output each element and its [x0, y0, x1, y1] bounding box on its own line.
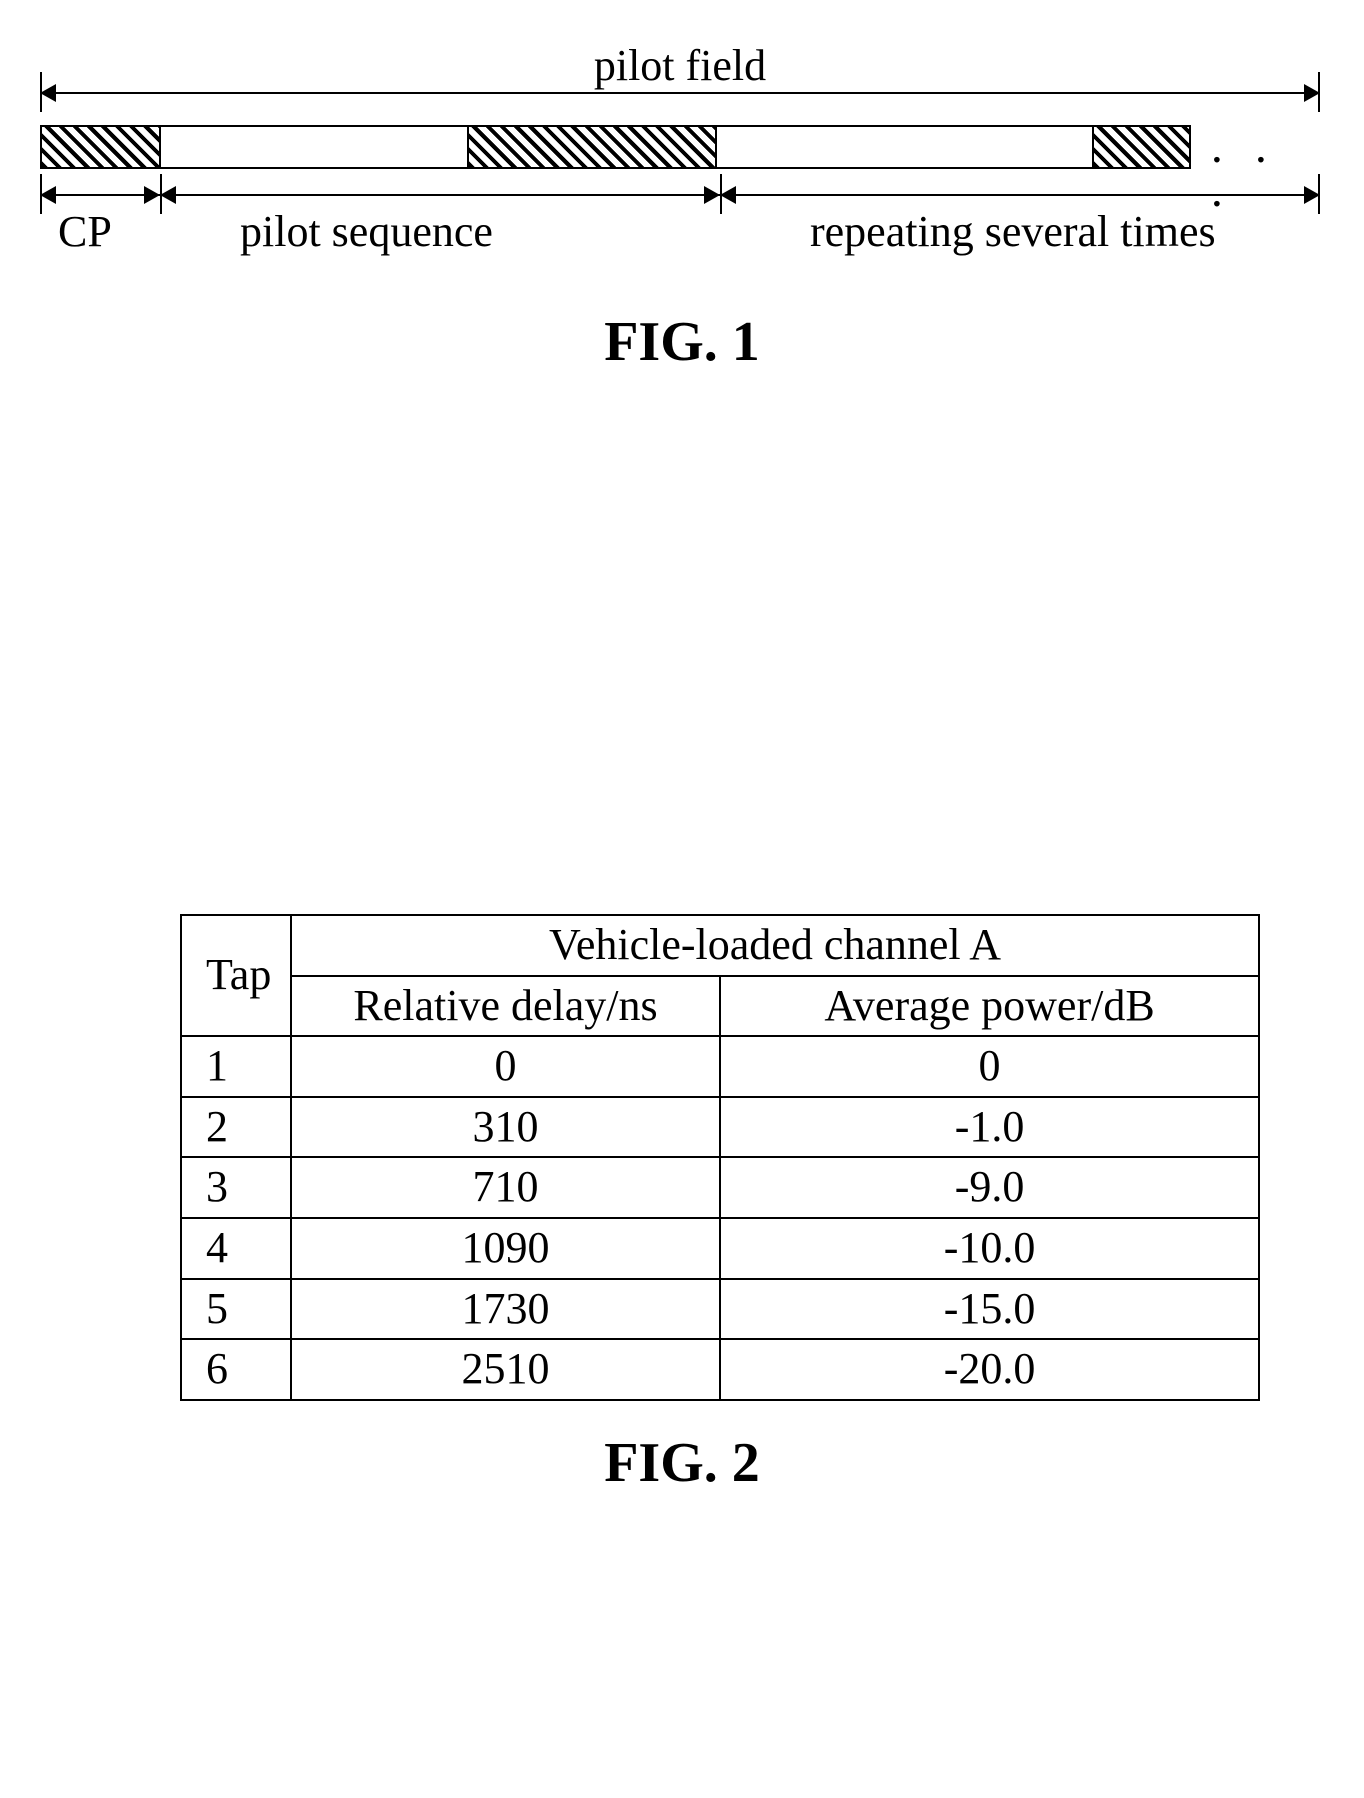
- cp-range-arrow: [40, 194, 160, 196]
- header-span: Vehicle-loaded channel A: [291, 915, 1259, 976]
- block-row: . . .: [40, 125, 1320, 169]
- channel-table: Tap Vehicle-loaded channel A Relative de…: [180, 914, 1260, 1401]
- cp-block-3: [1092, 125, 1191, 169]
- table-row: 4 1090 -10.0: [181, 1218, 1259, 1279]
- bottom-labels: CP pilot sequence repeating several time…: [40, 178, 1320, 258]
- channel-table-wrap: Tap Vehicle-loaded channel A Relative de…: [180, 914, 1260, 1401]
- pilot-seq-block-1: [159, 125, 467, 169]
- pilot-field-diagram: pilot field . . . CP pilot sequence repe…: [40, 40, 1320, 270]
- pilot-field-arrow: [40, 92, 1320, 94]
- table-row: 5 1730 -15.0: [181, 1279, 1259, 1340]
- cp-label: CP: [58, 206, 112, 257]
- pilot-seq-block-2: [715, 125, 1092, 169]
- repeating-label: repeating several times: [810, 206, 1216, 257]
- pilot-seq-label: pilot sequence: [240, 206, 493, 257]
- table-row: 1 0 0: [181, 1036, 1259, 1097]
- cp-block-2: [467, 125, 715, 169]
- repeating-range-arrow: [720, 194, 1320, 196]
- header-tap: Tap: [181, 915, 291, 1036]
- ellipsis-icon: . . .: [1191, 125, 1320, 169]
- header-delay: Relative delay/ns: [291, 976, 720, 1037]
- table-row: 3 710 -9.0: [181, 1157, 1259, 1218]
- table-row: 6 2510 -20.0: [181, 1339, 1259, 1400]
- fig2-caption: FIG. 2: [40, 1431, 1324, 1495]
- fig1-caption: FIG. 1: [40, 310, 1324, 374]
- header-power: Average power/dB: [720, 976, 1259, 1037]
- table-row: 2 310 -1.0: [181, 1097, 1259, 1158]
- cp-block: [40, 125, 159, 169]
- pilot-field-label: pilot field: [40, 40, 1320, 91]
- pilot-seq-range-arrow: [160, 194, 720, 196]
